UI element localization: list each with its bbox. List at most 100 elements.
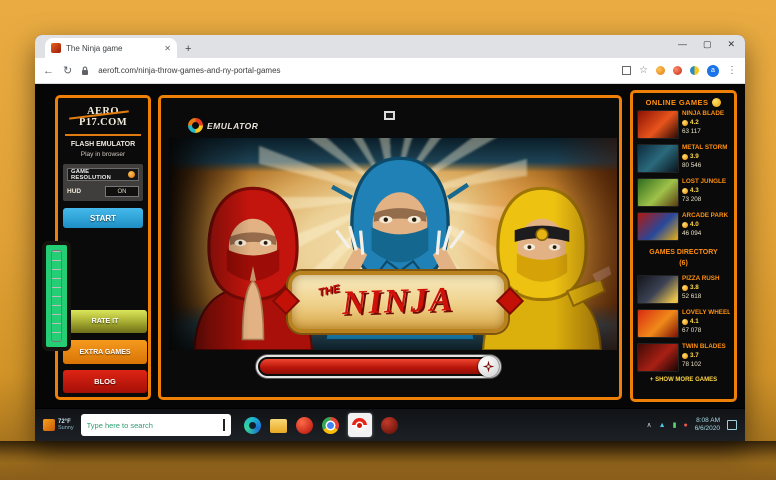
browser-window: The Ninja game ✕ + — ▢ ✕ ← ↻ aeroft.com/… xyxy=(35,35,745,441)
game-list-item[interactable]: TWIN BLADES 3.7 78 102 xyxy=(637,343,730,372)
game-thumbnail[interactable] xyxy=(637,309,679,338)
tray-chevron-icon[interactable]: ∧ xyxy=(647,421,652,429)
clock-time: 8:08 AM xyxy=(696,417,720,425)
coin-icon xyxy=(682,353,688,359)
game-panel: EMULATOR xyxy=(158,95,622,400)
extra-games-button[interactable]: EXTRA GAMES xyxy=(63,340,147,364)
rate-button[interactable]: RATE IT xyxy=(63,310,147,333)
game-score: 4.1 xyxy=(682,318,730,325)
browser-menu-icon[interactable]: ⋮ xyxy=(727,65,737,76)
game-artwork[interactable]: THE NINJA xyxy=(169,138,617,350)
back-button[interactable]: ← xyxy=(43,65,54,77)
game-title-text: ARCADE PARK xyxy=(682,212,728,219)
tab-favicon-icon xyxy=(51,43,61,53)
game-plays: 73 208 xyxy=(682,196,726,203)
games-directory-heading: GAMES DIRECTORY (6) xyxy=(637,248,730,269)
taskbar-active-app[interactable] xyxy=(348,413,372,437)
show-more-link[interactable]: + SHOW MORE GAMES xyxy=(637,377,730,383)
blog-button[interactable]: BLOG xyxy=(63,370,147,393)
taskbar-weather-widget[interactable]: 72°F Sunny xyxy=(43,419,74,432)
game-thumbnail[interactable] xyxy=(637,178,679,207)
site-logo: AERO P17.COM xyxy=(63,102,143,133)
game-score: 3.9 xyxy=(682,153,727,160)
bookmark-star-icon[interactable]: ☆ xyxy=(639,65,648,76)
game-settings-box: GAME RESOLUTION HUD ON xyxy=(63,164,143,201)
emulator-label: EMULATOR xyxy=(207,121,258,131)
game-title-text: PIZZA RUSH xyxy=(682,275,720,282)
extension-red-icon[interactable] xyxy=(673,66,682,75)
reload-button[interactable]: ↻ xyxy=(63,64,72,77)
start-button[interactable]: START xyxy=(63,208,143,228)
taskbar-chrome-icon[interactable] xyxy=(322,417,339,434)
emulator-icon xyxy=(188,118,203,133)
search-text: Type here to search xyxy=(87,421,219,430)
sun-badge-icon xyxy=(712,98,721,107)
taskbar-edge-icon[interactable] xyxy=(244,417,261,434)
tray-alert-icon[interactable]: ● xyxy=(683,422,687,429)
vignette xyxy=(169,138,617,350)
shuriken-knob-icon xyxy=(478,356,499,377)
taskbar-darkred-app-icon[interactable] xyxy=(381,417,398,434)
game-thumbnail[interactable] xyxy=(637,275,679,304)
slider-track[interactable] xyxy=(51,250,62,342)
sidepanel-icon[interactable] xyxy=(622,66,631,75)
game-thumbnail[interactable] xyxy=(637,212,679,241)
taskbar-explorer-icon[interactable] xyxy=(270,419,287,433)
address-bar[interactable]: aeroft.com/ninja-throw-games-and-ny-port… xyxy=(98,66,613,75)
desktop-background: The Ninja game ✕ + — ▢ ✕ ← ↻ aeroft.com/… xyxy=(0,0,776,480)
taskbar: 72°F Sunny Type here to search ∧ xyxy=(35,408,745,441)
clock-date: 6/6/2020 xyxy=(695,425,720,433)
game-plays: 63 117 xyxy=(682,128,724,135)
game-title-text: TWIN BLADES xyxy=(682,343,726,350)
window-close-button[interactable]: ✕ xyxy=(727,39,735,50)
coin-icon xyxy=(682,285,688,291)
game-title-text: METAL STORM xyxy=(682,144,727,151)
active-app-icon xyxy=(352,418,367,433)
tray-network-icon[interactable]: ▲ xyxy=(659,422,666,429)
window-minimize-button[interactable]: — xyxy=(678,39,687,50)
taskbar-search-box[interactable]: Type here to search xyxy=(81,414,231,436)
tray-battery-icon[interactable]: ▮ xyxy=(673,421,677,429)
taskbar-clock[interactable]: 8:08 AM 6/6/2020 xyxy=(695,417,720,433)
resolution-select-label: GAME RESOLUTION xyxy=(71,169,128,181)
fullscreen-icon[interactable] xyxy=(384,111,395,120)
extension-orange-icon[interactable] xyxy=(656,66,665,75)
new-tab-button[interactable]: + xyxy=(185,43,191,55)
game-plays: 80 546 xyxy=(682,162,727,169)
resolution-select[interactable]: GAME RESOLUTION xyxy=(67,168,139,181)
hud-value-input[interactable]: ON xyxy=(105,186,139,197)
coin-icon xyxy=(682,222,688,228)
text-cursor-icon xyxy=(223,419,225,431)
taskbar-red-app-icon[interactable] xyxy=(296,417,313,434)
game-list-item[interactable]: PIZZA RUSH 3.8 52 618 xyxy=(637,275,730,304)
game-score: 3.7 xyxy=(682,352,726,359)
extension-weather-icon[interactable] xyxy=(690,66,699,75)
notification-center-icon[interactable] xyxy=(727,420,737,430)
coin-icon xyxy=(682,319,688,325)
browser-tab[interactable]: The Ninja game ✕ xyxy=(45,38,177,58)
window-shadow xyxy=(0,441,776,463)
weather-icon xyxy=(43,419,55,431)
coin-icon xyxy=(682,120,688,126)
game-list-item[interactable]: LOST JUNGLE 4.3 73 208 xyxy=(637,178,730,207)
game-list-item[interactable]: LOVELY WHEELS 4.1 67 078 xyxy=(637,309,730,338)
sidebar-tagline: FLASH EMULATOR xyxy=(63,141,143,148)
game-thumbnail[interactable] xyxy=(637,343,679,372)
game-title-text: LOST JUNGLE xyxy=(682,178,726,185)
gear-icon xyxy=(128,171,135,178)
weather-condition: Sunny xyxy=(58,425,74,431)
right-sidebar: ONLINE GAMES NINJA BLADE 4.2 63 117 META… xyxy=(630,90,737,402)
green-slider-widget[interactable] xyxy=(42,241,71,351)
game-list-item[interactable]: METAL STORM 3.9 80 546 xyxy=(637,144,730,173)
profile-avatar[interactable]: a xyxy=(707,65,719,77)
system-tray: ∧ ▲ ▮ ● 8:08 AM 6/6/2020 xyxy=(647,417,737,433)
game-list-item[interactable]: NINJA BLADE 4.2 63 117 xyxy=(637,110,730,139)
window-maximize-button[interactable]: ▢ xyxy=(703,39,712,50)
tab-close-icon[interactable]: ✕ xyxy=(164,44,171,53)
game-thumbnail[interactable] xyxy=(637,110,679,139)
emulator-logo: EMULATOR xyxy=(188,118,258,133)
game-list-item[interactable]: ARCADE PARK 4.0 46 094 xyxy=(637,212,730,241)
game-thumbnail[interactable] xyxy=(637,144,679,173)
game-plays: 67 078 xyxy=(682,327,730,334)
game-title-text: NINJA BLADE xyxy=(682,110,724,117)
